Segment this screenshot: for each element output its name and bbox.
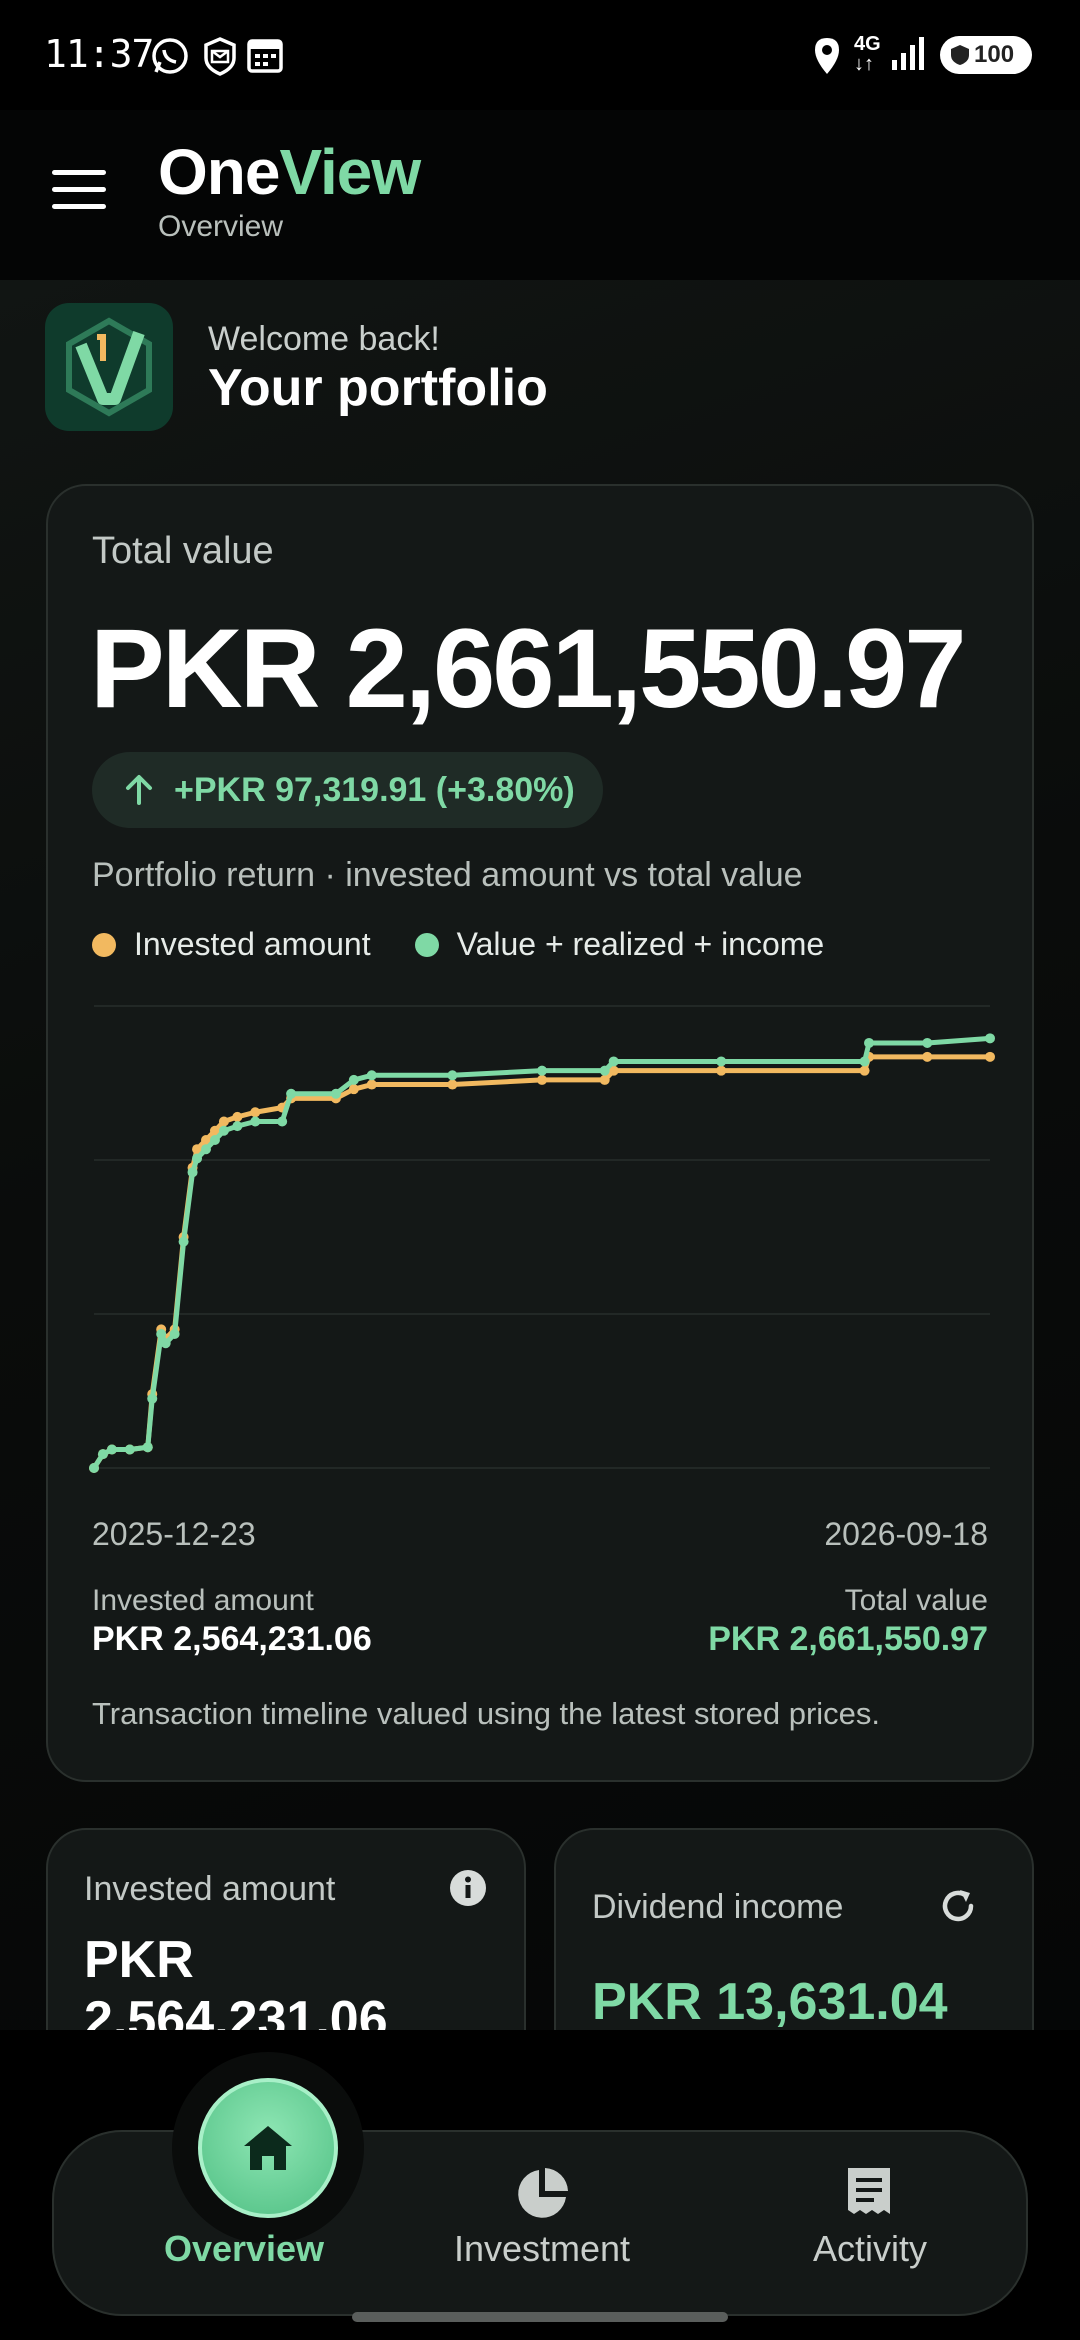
total-value-card: Total value PKR 2,661,550.97 +PKR 97,319… [46,484,1034,1782]
network-4g-icon: 4G ↓↑ [854,33,881,75]
signal-icon [892,37,924,70]
chart-point-series-0 [232,1111,243,1122]
pie-chart-icon[interactable] [514,2166,570,2222]
chart-point-series-0 [985,1051,995,1062]
chart-date-end: 2026-09-18 [824,1516,988,1552]
chart-point-series-1 [330,1088,341,1099]
invested-amount-card[interactable]: Invested amount PKR 2,564,231.06 [46,1828,526,2030]
app-header: OneView Overview [0,110,1080,280]
home-icon [244,2126,292,2170]
battery-level: 100 [974,41,1015,68]
chart-point-series-0 [250,1107,261,1118]
chart-point-series-1 [106,1444,117,1455]
chart-point-series-1 [232,1121,243,1132]
chart-point-series-1 [97,1449,108,1460]
chart-point-series-1 [922,1037,933,1048]
chart-point-series-1 [716,1056,727,1067]
bottom-area: Overview Investment Activity [0,2030,1080,2340]
dividend-card-value: PKR 13,631.04 [592,1973,948,2030]
chart-point-series-0 [922,1051,933,1062]
chart-point-series-1 [124,1444,135,1455]
chart-point-series-1 [250,1116,261,1127]
chart-point-series-1 [156,1329,167,1340]
chart-date-start: 2025-12-23 [92,1516,256,1552]
chart-point-series-1 [277,1116,288,1127]
nav-label-activity[interactable]: Activity [720,2228,1020,2270]
brand-part-one: One [158,136,280,208]
chart-point-series-1 [985,1033,995,1044]
home-indicator[interactable] [352,2312,728,2322]
chart-point-series-0 [447,1079,458,1090]
chart-point-series-0 [218,1116,229,1127]
battery-icon: 100 [940,36,1032,74]
menu-icon-bar [52,187,106,192]
chart-point-series-1 [608,1056,619,1067]
chart-point-series-1 [286,1088,297,1099]
chart-point-series-1 [187,1167,198,1178]
nav-label-investment[interactable]: Investment [392,2228,692,2270]
summary-total-value: PKR 2,661,550.97 [708,1620,988,1658]
chart-point-series-1 [599,1065,610,1076]
status-time: 11:37 [44,32,154,76]
chart-point-series-0 [859,1065,870,1076]
nav-overview-button[interactable] [198,2078,338,2218]
refresh-icon[interactable] [938,1886,978,1926]
chart-point-series-1 [218,1125,229,1136]
chart-point-series-1 [864,1037,875,1048]
status-bar: 11:37 4G ↓↑ 100 [0,0,1080,110]
welcome-greeting: Welcome back! [208,320,440,358]
portfolio-chart[interactable] [48,486,1036,1506]
chart-point-series-1 [201,1144,211,1155]
page-subtitle: Overview [158,210,284,243]
chart-point-series-1 [147,1393,158,1404]
chart-point-series-1 [192,1153,203,1164]
bottom-navigation: Overview Investment Activity [52,2052,1028,2316]
invested-card-value: PKR 2,564,231.06 [84,1931,388,2030]
whatsapp-icon [152,38,188,74]
receipt-icon[interactable] [844,2164,894,2222]
chart-point-series-0 [599,1074,610,1085]
chart-point-series-1 [348,1074,359,1085]
chart-point-series-1 [160,1338,171,1349]
dividend-income-card[interactable]: Dividend income PKR 13,631.04 [554,1828,1034,2030]
chart-point-series-1 [537,1065,547,1076]
info-icon[interactable] [448,1868,488,1908]
menu-button[interactable] [52,170,106,214]
chart-note: Transaction timeline valued using the la… [92,1696,881,1731]
dividend-card-label: Dividend income [592,1888,844,1926]
chart-point-series-1 [209,1134,220,1145]
chart-point-series-1 [859,1056,870,1067]
main-content[interactable]: Welcome back! Your portfolio Total value… [0,280,1080,2030]
chart-point-series-1 [447,1070,458,1081]
calendar-icon [247,39,283,73]
chart-point-series-1 [142,1442,153,1453]
brand-part-view: View [279,136,421,208]
summary-total-label: Total value [844,1584,988,1617]
chart-point-series-0 [537,1074,547,1085]
nav-label-overview[interactable]: Overview [104,2228,384,2270]
welcome-title: Your portfolio [208,359,548,417]
chart-point-series-0 [716,1065,727,1076]
chart-point-series-1 [178,1236,189,1247]
menu-icon-bar [52,170,106,175]
summary-invested-label: Invested amount [92,1584,314,1617]
chart-point-series-1 [169,1329,180,1340]
invested-card-label: Invested amount [84,1870,336,1908]
summary-invested-value: PKR 2,564,231.06 [92,1620,372,1658]
mail-shield-icon [204,37,236,76]
app-brand: OneView [158,135,421,209]
chart-point-series-1 [89,1463,99,1473]
chart-series-line-0 [91,1054,990,1470]
app-logo [45,303,173,431]
chart-point-series-0 [366,1079,377,1090]
location-icon [815,38,839,74]
chart-point-series-1 [366,1070,377,1081]
chart-series-line-1 [91,1035,991,1470]
menu-icon-bar [52,204,106,209]
